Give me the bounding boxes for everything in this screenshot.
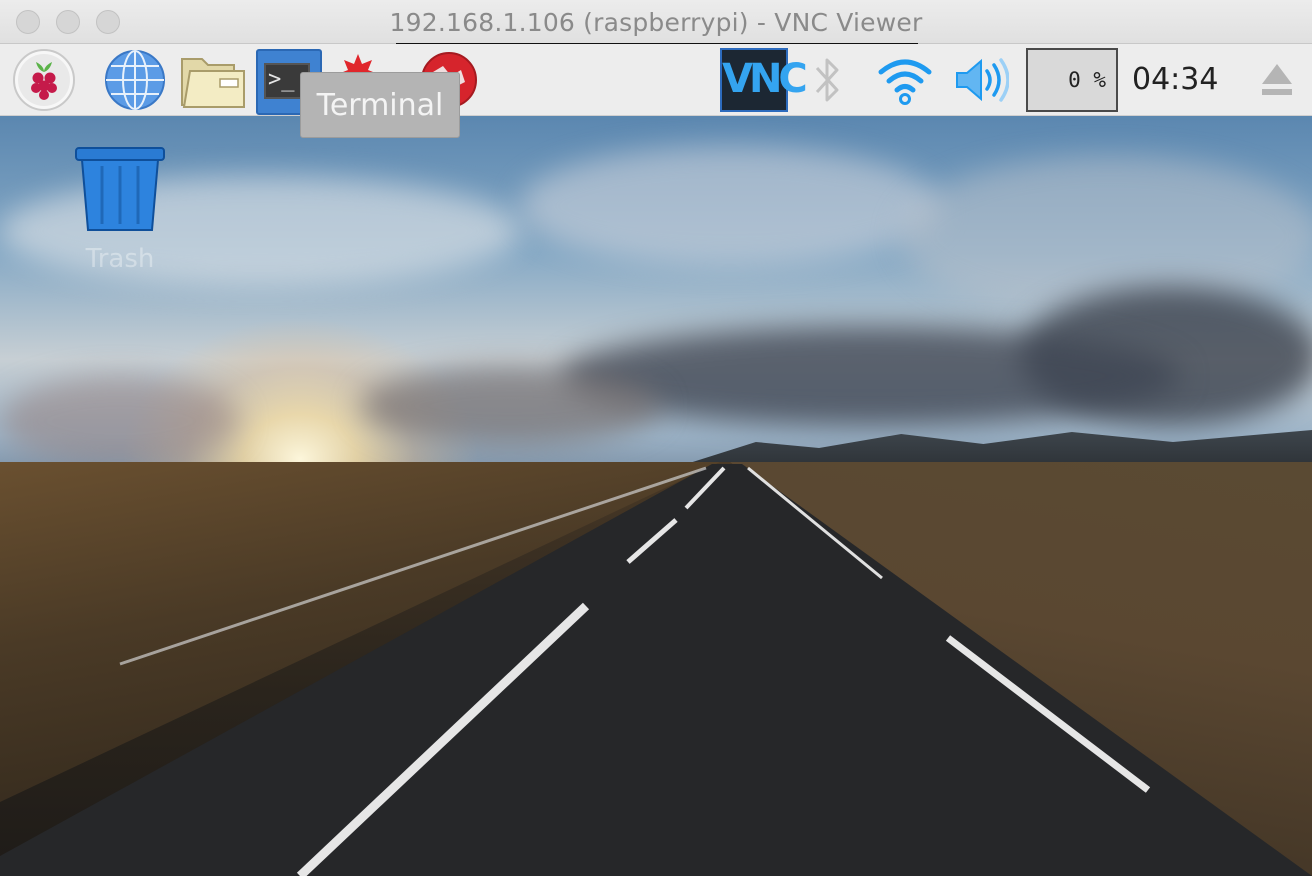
terminal-tooltip: Terminal (300, 72, 460, 138)
desktop[interactable]: Trash (0, 116, 1312, 876)
vnc-server-tray[interactable]: VNC (718, 48, 808, 112)
clock[interactable]: 04:34 (1132, 62, 1218, 97)
trash-label: Trash (85, 244, 155, 274)
vnc-icon: VNC (720, 48, 808, 112)
vnc-viewer-window: 192.168.1.106 (raspberrypi) - VNC Viewer (0, 0, 1312, 876)
trash-icon (75, 147, 165, 231)
volume-icon (956, 58, 1009, 102)
cpu-usage-monitor[interactable]: 0 % (1026, 48, 1118, 112)
title-bar[interactable]: 192.168.1.106 (raspberrypi) - VNC Viewer (0, 0, 1312, 44)
road (0, 464, 1312, 876)
bluetooth-icon (815, 58, 839, 102)
window-title: 192.168.1.106 (raspberrypi) - VNC Viewer (389, 8, 923, 37)
bluetooth-tray[interactable] (806, 48, 848, 112)
folder-icon (181, 58, 245, 108)
file-manager-launcher[interactable] (178, 48, 248, 112)
wifi-icon (878, 59, 932, 105)
taskbar-panel: >_ VNC 0 % 04:34 (0, 44, 1312, 116)
eject-tray[interactable] (1248, 48, 1306, 112)
main-menu-button[interactable] (10, 48, 78, 112)
globe-icon (105, 50, 165, 110)
volume-tray[interactable] (950, 48, 1012, 112)
eject-icon (1262, 64, 1292, 95)
web-browser-launcher[interactable] (100, 48, 170, 112)
raspberry-pi-icon (13, 49, 75, 111)
wifi-tray[interactable] (870, 48, 940, 112)
